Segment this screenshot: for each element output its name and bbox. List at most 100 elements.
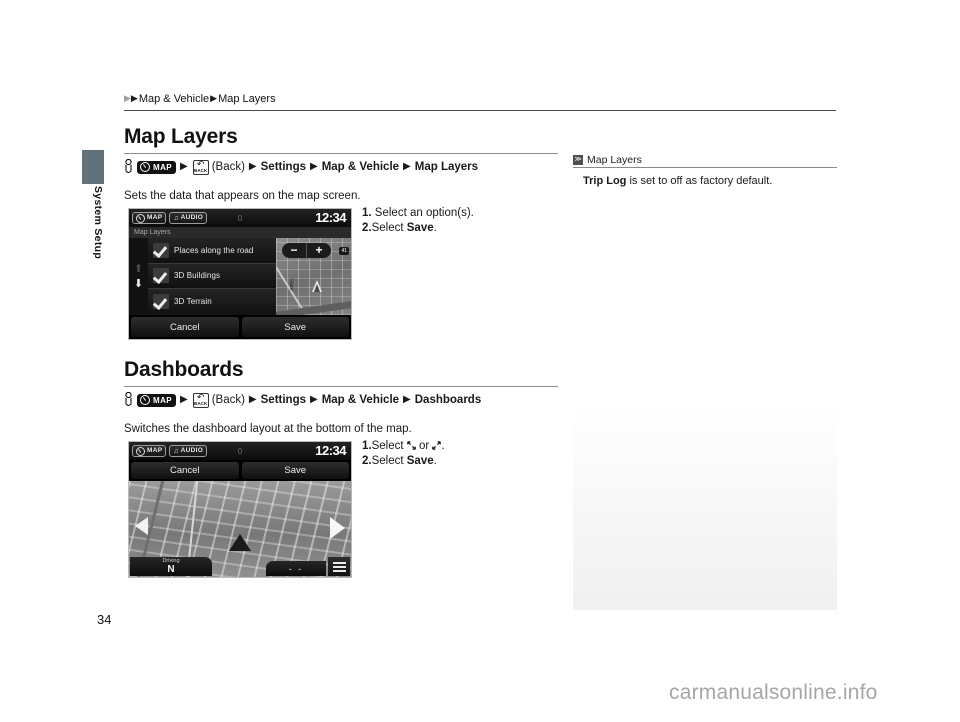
section-tab-marker [82, 150, 104, 184]
instruction-step-2: 2.Select Save. [362, 454, 445, 469]
title-divider-map-layers [124, 153, 558, 154]
breadcrumb-arrow-2-icon: ▶ [130, 93, 138, 103]
step-text-1-middle: or [415, 440, 433, 452]
breadcrumb: ▶▶Map & Vehicle▶Map Layers [124, 91, 277, 106]
hand-pointer-icon [124, 158, 133, 176]
back-paren-label: (Back) [211, 394, 245, 406]
breadcrumb-divider [124, 110, 836, 111]
nav-step-map-layers[interactable]: Map Layers [415, 161, 478, 173]
sidebar-note-bold-term: Trip Log [583, 175, 627, 187]
map-compass-icon [140, 395, 150, 405]
section-tab-label: System Setup [92, 186, 104, 260]
nav-separator-4-icon: ▶ [403, 161, 411, 172]
dashboard-right-group: - - [266, 557, 350, 576]
breadcrumb-item-map-and-vehicle: Map & Vehicle [138, 93, 210, 105]
cancel-button[interactable]: Cancel [131, 462, 239, 479]
step-text-2-bold: Save [406, 222, 434, 234]
dashboard-info-pod[interactable]: - - [266, 561, 326, 576]
instruction-list-map-layers: 1. Select an option(s). 2.Select Save. [362, 206, 474, 236]
breadcrumb-arrow-1-icon: ▶ [124, 93, 131, 103]
hardware-map-button-label: MAP [153, 162, 172, 172]
hardware-back-button-label: BACK [193, 168, 208, 173]
device-clock: 12:34 [315, 210, 346, 225]
nav-step-map-and-vehicle[interactable]: Map & Vehicle [322, 161, 399, 173]
hardware-back-button[interactable]: ↶ BACK [192, 159, 209, 175]
hardware-map-button[interactable]: MAP [137, 160, 176, 174]
device-screen-subtitle: Map Layers [129, 227, 351, 238]
dashboard-next-arrow-icon[interactable] [330, 517, 345, 539]
nav-path-dashboards: MAP ▶ ↶ BACK (Back) ▶ Settings ▶ Map & V… [124, 390, 481, 410]
hardware-map-button[interactable]: MAP [137, 393, 176, 407]
nav-separator-1-icon: ▶ [179, 161, 188, 172]
device-scrollbar[interactable]: ⬆ ⬇ [129, 238, 148, 315]
nav-separator-2-icon: ▶ [248, 394, 257, 405]
save-button[interactable]: Save [241, 462, 349, 479]
page-number: 34 [97, 612, 112, 627]
nav-step-settings[interactable]: Settings [261, 394, 306, 406]
menu-line [332, 565, 346, 568]
save-button[interactable]: Save [241, 317, 349, 337]
nav-separator-2-icon: ▶ [248, 161, 257, 172]
zoom-out-button[interactable]: − [282, 243, 307, 258]
step-text-1-before: Select [371, 440, 407, 452]
list-item-label: Places along the road [174, 245, 254, 255]
dashboard-previous-arrow-icon[interactable] [135, 517, 148, 535]
description-dashboards: Switches the dashboard layout at the bot… [124, 423, 412, 435]
list-item[interactable]: 3D Terrain [148, 289, 276, 315]
scroll-up-arrow-icon[interactable]: ⬆ [134, 264, 143, 275]
sidebar-note-header: ≫ Map Layers [573, 153, 837, 168]
menu-line [332, 569, 346, 572]
map-river [276, 295, 351, 315]
nav-separator-3-icon: ▶ [310, 161, 318, 172]
checkbox-checked-icon[interactable] [153, 242, 169, 258]
back-arrow-icon: ↶ [196, 392, 205, 402]
step-number-1: 1. [362, 440, 372, 452]
zoom-in-button[interactable]: + [307, 243, 331, 258]
map-zoom-controls[interactable]: − + [282, 243, 331, 258]
menu-line [332, 561, 346, 564]
nav-separator-3-icon: ▶ [310, 394, 318, 405]
dashboard-bar: Driving N - - [129, 555, 351, 577]
list-item[interactable]: Places along the road [148, 238, 276, 264]
title-divider-dashboards [124, 386, 558, 387]
nav-step-settings[interactable]: Settings [261, 161, 306, 173]
device-footer-buttons: Cancel Save [129, 315, 351, 339]
step-text-2-after: . [433, 222, 437, 234]
description-map-layers: Sets the data that appears on the map sc… [124, 190, 361, 202]
sidebar-note-panel: ≫ Map Layers Trip Log is set to off as f… [573, 153, 837, 610]
map-compass-icon [140, 162, 150, 172]
hardware-map-button-label: MAP [153, 395, 172, 405]
hardware-back-button-label: BACK [193, 401, 208, 406]
instruction-step-1: 1.Select or . [362, 439, 445, 454]
list-item-label: 3D Buildings [174, 271, 221, 281]
site-watermark: carmanualsonline.info [669, 681, 878, 704]
step-number-2: 2. [362, 222, 372, 234]
note-marker-icon: ≫ [573, 155, 583, 165]
device-screenshot-dashboards: MAP ♫ AUDIO 0 12:34 Cancel Save Driving … [128, 441, 352, 578]
cancel-button[interactable]: Cancel [131, 317, 239, 337]
checkbox-checked-icon[interactable] [153, 294, 169, 310]
device-action-buttons: Cancel Save [129, 460, 351, 481]
hardware-back-button[interactable]: ↶ BACK [192, 392, 209, 408]
device-topbar: MAP ♫ AUDIO 0 12:34 [129, 209, 351, 227]
step-text-2-before: Select [371, 455, 407, 467]
list-item-label: 3D Terrain [174, 297, 212, 307]
scroll-down-arrow-icon[interactable]: ⬇ [134, 279, 143, 290]
back-paren-label: (Back) [211, 161, 245, 173]
nav-step-map-and-vehicle[interactable]: Map & Vehicle [322, 394, 399, 406]
nav-path-map-layers: MAP ▶ ↶ BACK (Back) ▶ Settings ▶ Map & V… [124, 157, 478, 177]
step-text-1-after: . [441, 440, 445, 452]
device-map-view[interactable]: Driving N - - [129, 481, 351, 577]
page-title-dashboards: Dashboards [124, 358, 244, 381]
step-text-2-before: Select [371, 222, 407, 234]
device-map-preview[interactable]: State − + 41 [276, 238, 351, 315]
list-item[interactable]: 3D Buildings [148, 263, 276, 290]
instruction-step-1: 1. Select an option(s). [362, 206, 474, 221]
dashboard-status-pod[interactable]: Driving N [130, 557, 212, 576]
checkbox-checked-icon[interactable] [153, 268, 169, 284]
step-number-1: 1. [362, 207, 372, 219]
nav-step-dashboards[interactable]: Dashboards [415, 394, 481, 406]
step-number-2: 2. [362, 455, 372, 467]
hamburger-menu-icon[interactable] [328, 557, 350, 576]
breadcrumb-item-map-layers: Map Layers [218, 93, 276, 105]
